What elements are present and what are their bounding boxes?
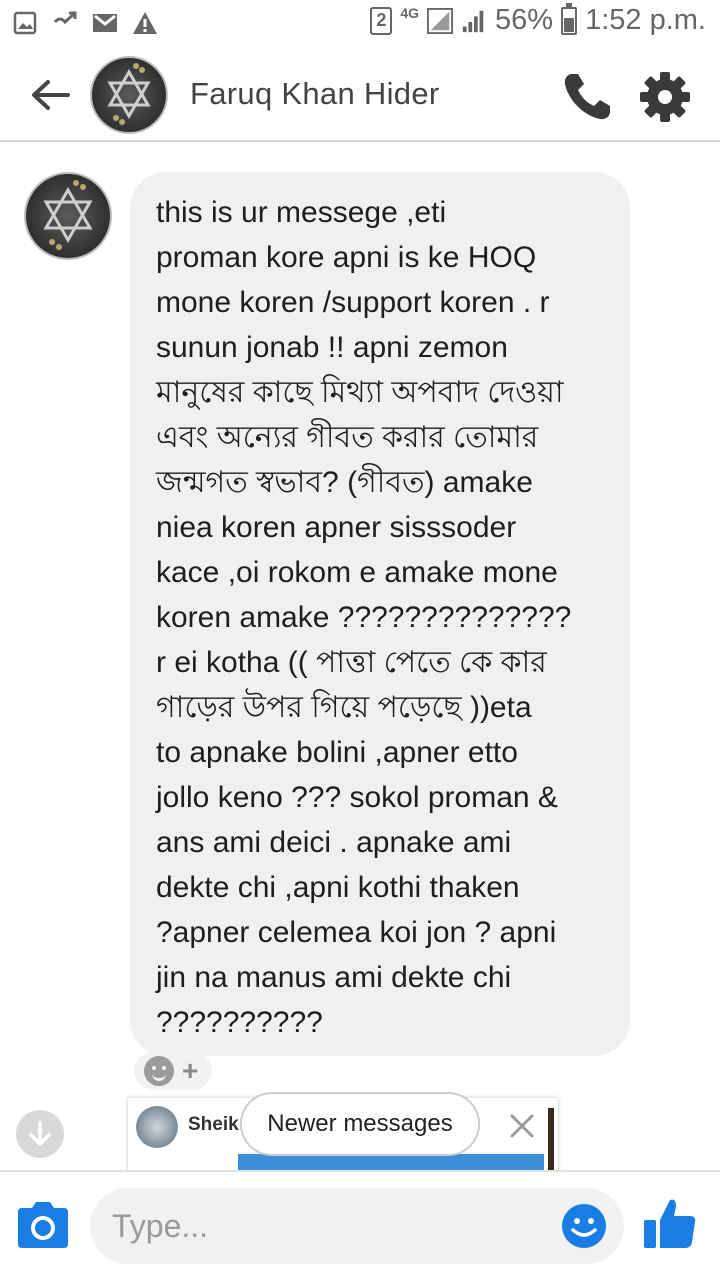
status-notifications <box>12 10 158 36</box>
sim-slot-badge: 2 <box>370 6 393 35</box>
close-icon <box>510 1114 534 1138</box>
contact-name[interactable]: Faruq Khan Hider <box>190 76 440 112</box>
clock: 1:52 p.m. <box>585 4 706 36</box>
camera-button[interactable] <box>14 1200 72 1250</box>
shared-image-edge <box>548 1108 554 1172</box>
contact-avatar[interactable] <box>90 56 168 134</box>
plus-icon: + <box>182 1055 199 1086</box>
like-button[interactable] <box>640 1194 700 1254</box>
signal-icon-sim2 <box>427 7 454 34</box>
status-indicators: 2 4G 56% 1:52 p.m. <box>370 2 706 37</box>
phone-icon <box>564 74 610 120</box>
gear-icon <box>640 72 690 122</box>
shared-name: Sheik <box>188 1114 239 1135</box>
camera-icon <box>18 1202 68 1248</box>
back-button[interactable] <box>26 70 76 120</box>
message-input-container <box>90 1188 624 1264</box>
star-emblem-icon <box>43 180 93 250</box>
battery-icon <box>561 2 578 35</box>
add-reaction-button[interactable]: + <box>134 1052 212 1090</box>
smile-icon <box>144 1056 174 1086</box>
message-text: this is ur messege ,eti proman kore apni… <box>156 196 572 1039</box>
call-button[interactable] <box>560 68 616 124</box>
message-bubble[interactable]: this is ur messege ,eti proman kore apni… <box>130 172 630 1056</box>
scroll-down-button[interactable] <box>16 1110 64 1158</box>
shared-avatar <box>136 1106 178 1148</box>
gmail-icon <box>92 10 118 36</box>
smile-icon <box>562 1204 606 1248</box>
emoji-button[interactable] <box>560 1202 608 1250</box>
conversation-header: Faruq Khan Hider <box>0 48 720 142</box>
message-input[interactable] <box>112 1188 552 1264</box>
close-preview-button[interactable] <box>504 1108 540 1144</box>
thumbs-up-icon <box>644 1199 696 1248</box>
signal-icon-sim1 <box>461 8 487 34</box>
sender-avatar[interactable] <box>24 172 112 260</box>
newer-messages-button[interactable]: Newer messages <box>240 1092 480 1156</box>
settings-button[interactable] <box>638 70 692 124</box>
status-bar: 2 4G 56% 1:52 p.m. <box>0 0 720 48</box>
arrow-left-icon <box>32 80 70 110</box>
warning-icon <box>132 10 158 36</box>
arrow-down-icon <box>29 1121 51 1146</box>
star-emblem-icon <box>107 63 151 125</box>
missed-call-icon <box>52 10 78 36</box>
battery-percent: 56% <box>495 4 554 36</box>
message-composer <box>0 1170 720 1280</box>
network-type-label: 4G <box>400 4 420 21</box>
gallery-icon <box>12 10 38 36</box>
